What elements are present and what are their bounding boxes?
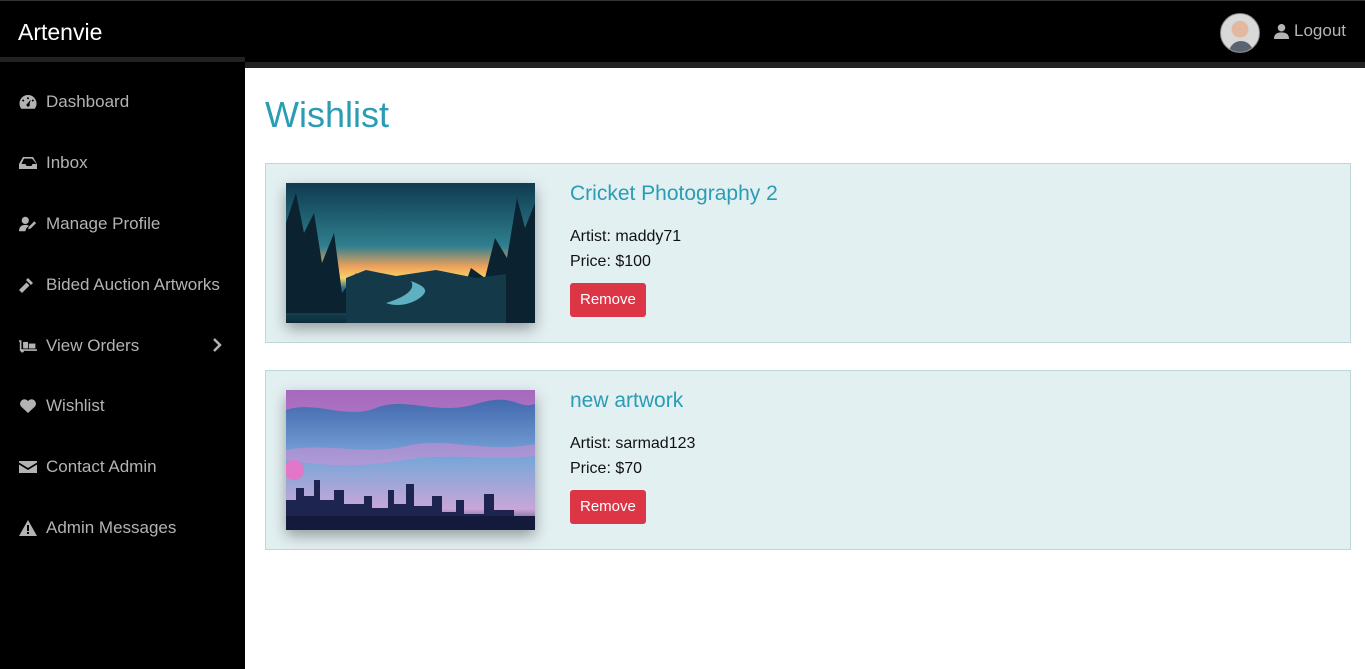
- remove-button[interactable]: Remove: [570, 490, 646, 524]
- sidebar-item-bided-auction[interactable]: Bided Auction Artworks: [0, 254, 245, 315]
- logout-label: Logout: [1294, 21, 1346, 40]
- sidebar-item-contact-admin[interactable]: Contact Admin: [0, 436, 245, 497]
- sidebar-item-label: View Orders: [46, 335, 140, 355]
- artwork-image[interactable]: [286, 390, 535, 530]
- sidebar-item-label: Inbox: [46, 152, 88, 172]
- sidebar-item-label: Dashboard: [46, 91, 130, 111]
- envelope-icon: [18, 458, 38, 476]
- user-edit-icon: [18, 215, 38, 233]
- sidebar-item-label: Manage Profile: [46, 213, 161, 233]
- wishlist-item: Cricket Photography 2 Artist: maddy71 Pr…: [265, 163, 1351, 343]
- gavel-icon: [18, 276, 38, 294]
- warning-icon: [18, 519, 38, 537]
- main-content: Wishlist Cricket Photography 2 Artist: m…: [245, 62, 1365, 669]
- sidebar-item-admin-messages[interactable]: Admin Messages: [0, 497, 245, 558]
- dashboard-icon: [18, 93, 38, 111]
- sidebar-item-label: Bided Auction Artworks: [46, 274, 220, 294]
- artwork-title[interactable]: new artwork: [570, 389, 695, 413]
- sidebar-item-dashboard[interactable]: Dashboard: [0, 71, 245, 132]
- artwork-info: Cricket Photography 2 Artist: maddy71 Pr…: [570, 182, 778, 317]
- brand-logo[interactable]: Artenvie: [18, 19, 102, 46]
- wishlist-item: new artwork Artist: sarmad123 Price: $70…: [265, 370, 1351, 550]
- remove-button[interactable]: Remove: [570, 283, 646, 317]
- sidebar-item-manage-profile[interactable]: Manage Profile: [0, 193, 245, 254]
- artwork-artist: Artist: sarmad123: [570, 435, 696, 452]
- user-icon: [1274, 23, 1289, 39]
- sidebar-item-label: Admin Messages: [46, 517, 177, 537]
- heart-icon: [18, 397, 38, 415]
- sidebar-item-label: Wishlist: [46, 395, 105, 415]
- sidebar-item-wishlist[interactable]: Wishlist: [0, 375, 245, 436]
- sidebar-item-view-orders[interactable]: View Orders: [0, 315, 245, 376]
- sidebar: Dashboard Inbox Manage Profile Bided Auc…: [0, 57, 245, 669]
- artwork-price: Price: $100: [570, 253, 651, 270]
- top-navbar: Artenvie Logout: [0, 0, 1365, 62]
- artwork-artist: Artist: maddy71: [570, 228, 682, 245]
- avatar[interactable]: [1220, 13, 1260, 53]
- artwork-price: Price: $70: [570, 460, 643, 477]
- chevron-right-icon: [213, 338, 222, 352]
- sidebar-item-label: Contact Admin: [46, 456, 157, 476]
- dolly-icon: [18, 337, 38, 355]
- sidebar-item-inbox[interactable]: Inbox: [0, 132, 245, 193]
- inbox-icon: [18, 154, 38, 172]
- logout-button[interactable]: Logout: [1274, 21, 1346, 41]
- artwork-image[interactable]: [286, 183, 535, 323]
- page-title: Wishlist: [265, 94, 389, 135]
- artwork-info: new artwork Artist: sarmad123 Price: $70…: [570, 389, 695, 524]
- artwork-title[interactable]: Cricket Photography 2: [570, 182, 778, 206]
